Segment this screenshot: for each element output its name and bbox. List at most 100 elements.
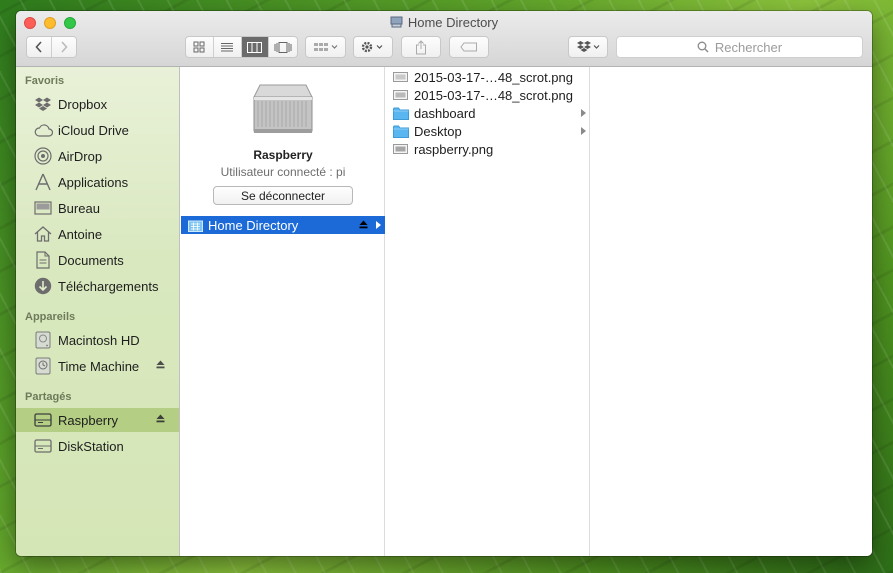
server-icon — [33, 436, 53, 456]
column-view-icon — [247, 41, 263, 53]
chevron-right-icon — [61, 41, 68, 53]
home-directory-row[interactable]: Home Directory — [181, 216, 385, 234]
sidebar-item-label: Macintosh HD — [58, 332, 140, 348]
column-empty — [591, 67, 872, 556]
sidebar-item-diskstation[interactable]: DiskStation — [16, 434, 179, 458]
sidebar-item-time-machine[interactable]: Time Machine — [16, 354, 179, 378]
folder-icon — [393, 124, 409, 138]
sidebar-item-label: Documents — [58, 252, 124, 268]
file-name: 2015-03-17-…48_scrot.png — [414, 69, 573, 85]
search-icon — [697, 41, 709, 53]
sidebar: Favoris Dropbox iCloud Drive AirDrop App… — [16, 67, 180, 556]
column-view-button[interactable] — [241, 37, 270, 57]
window-title: Home Directory — [16, 15, 872, 30]
sidebar-item-antoine[interactable]: Antoine — [16, 222, 179, 246]
view-mode-control — [185, 36, 298, 58]
icon-view-button[interactable] — [186, 37, 214, 57]
disconnect-button[interactable]: Se déconnecter — [213, 186, 353, 205]
search-field[interactable]: Rechercher — [616, 36, 863, 58]
folder-row[interactable]: Desktop — [386, 122, 590, 140]
sidebar-item-documents[interactable]: Documents — [16, 248, 179, 272]
sidebar-item-label: Raspberry — [58, 412, 118, 428]
sidebar-item-applications[interactable]: Applications — [16, 170, 179, 194]
file-row[interactable]: 2015-03-17-…48_scrot.png — [386, 86, 590, 104]
chevron-left-icon — [35, 41, 42, 53]
cover-flow-icon — [274, 41, 292, 53]
sidebar-item-label: Antoine — [58, 226, 103, 242]
tag-button[interactable] — [449, 36, 489, 58]
sidebar-item-raspberry[interactable]: Raspberry — [16, 408, 179, 432]
sidebar-item-icloud-drive[interactable]: iCloud Drive — [16, 118, 179, 142]
tag-icon — [460, 42, 477, 52]
disclosure-arrow-icon — [581, 127, 586, 135]
sidebar-item-label: AirDrop — [58, 148, 103, 164]
server-large-icon — [253, 84, 313, 133]
image-file-icon — [393, 70, 409, 84]
disclosure-arrow-icon — [376, 221, 381, 229]
sidebar-item-telechargements[interactable]: Téléchargements — [16, 274, 179, 298]
sidebar-header-partages: Partagés — [25, 391, 72, 403]
sidebar-item-bureau[interactable]: Bureau — [16, 196, 179, 220]
column-server: Raspberry Utilisateur connecté : pi Se d… — [181, 67, 385, 556]
finder-window: Home Directory Rechercher Favoris Dropbo… — [16, 11, 872, 556]
document-icon — [33, 250, 53, 270]
icon-view-icon — [193, 41, 205, 53]
dropbox-icon — [577, 41, 600, 52]
column-home-directory: 2015-03-17-…48_scrot.png 2015-03-17-…48_… — [386, 67, 590, 556]
sidebar-item-label: DiskStation — [58, 438, 124, 454]
sidebar-item-label: iCloud Drive — [58, 122, 129, 138]
airdrop-icon — [33, 146, 53, 166]
image-file-icon — [393, 142, 409, 156]
sidebar-item-dropbox[interactable]: Dropbox — [16, 92, 179, 116]
forward-button[interactable] — [52, 37, 76, 57]
sidebar-item-label: Dropbox — [58, 96, 108, 112]
hard-drive-icon — [33, 330, 53, 350]
back-button[interactable] — [27, 37, 52, 57]
folder-icon — [393, 106, 409, 120]
action-button[interactable] — [353, 36, 393, 58]
folder-name: Desktop — [414, 123, 462, 139]
desktop-icon — [33, 198, 53, 218]
server-name: Raspberry — [253, 148, 313, 162]
home-icon — [33, 224, 53, 244]
download-icon — [33, 276, 53, 296]
connected-user: Utilisateur connecté : pi — [220, 165, 346, 179]
cloud-icon — [33, 120, 53, 140]
cover-flow-button[interactable] — [269, 37, 297, 57]
server-icon — [390, 16, 403, 28]
sidebar-item-label: Bureau — [58, 200, 100, 216]
navigation-buttons — [26, 36, 77, 58]
sidebar-item-label: Applications — [58, 174, 129, 190]
file-name: raspberry.png — [414, 141, 494, 157]
applications-icon — [33, 172, 53, 192]
search-placeholder: Rechercher — [714, 39, 783, 55]
toolbar: Home Directory Rechercher — [16, 11, 872, 67]
sidebar-header-appareils: Appareils — [25, 311, 76, 323]
dropbox-toolbar-button[interactable] — [568, 36, 608, 58]
window-title-text: Home Directory — [407, 15, 499, 30]
folder-name: dashboard — [414, 105, 476, 121]
list-view-button[interactable] — [213, 37, 242, 57]
share-button[interactable] — [401, 36, 441, 58]
sidebar-item-macintosh-hd[interactable]: Macintosh HD — [16, 328, 179, 352]
home-directory-label: Home Directory — [208, 217, 299, 233]
image-file-icon — [393, 88, 409, 102]
file-name: 2015-03-17-…48_scrot.png — [414, 87, 573, 103]
arrange-button[interactable] — [305, 36, 346, 58]
eject-icon[interactable] — [156, 414, 165, 423]
folder-row[interactable]: dashboard — [386, 104, 590, 122]
file-row[interactable]: raspberry.png — [386, 140, 590, 158]
dropbox-icon — [33, 94, 53, 114]
time-machine-icon — [33, 356, 53, 376]
server-icon — [33, 410, 53, 430]
sidebar-header-favoris: Favoris — [25, 75, 65, 87]
sidebar-item-airdrop[interactable]: AirDrop — [16, 144, 179, 168]
gear-icon — [361, 41, 383, 53]
sidebar-item-label: Time Machine — [58, 358, 140, 374]
file-row[interactable]: 2015-03-17-…48_scrot.png — [386, 68, 590, 86]
eject-icon[interactable] — [359, 220, 368, 229]
sidebar-item-label: Téléchargements — [58, 278, 159, 294]
arrange-icon — [313, 43, 337, 51]
disclosure-arrow-icon — [581, 109, 586, 117]
eject-icon[interactable] — [156, 360, 165, 369]
